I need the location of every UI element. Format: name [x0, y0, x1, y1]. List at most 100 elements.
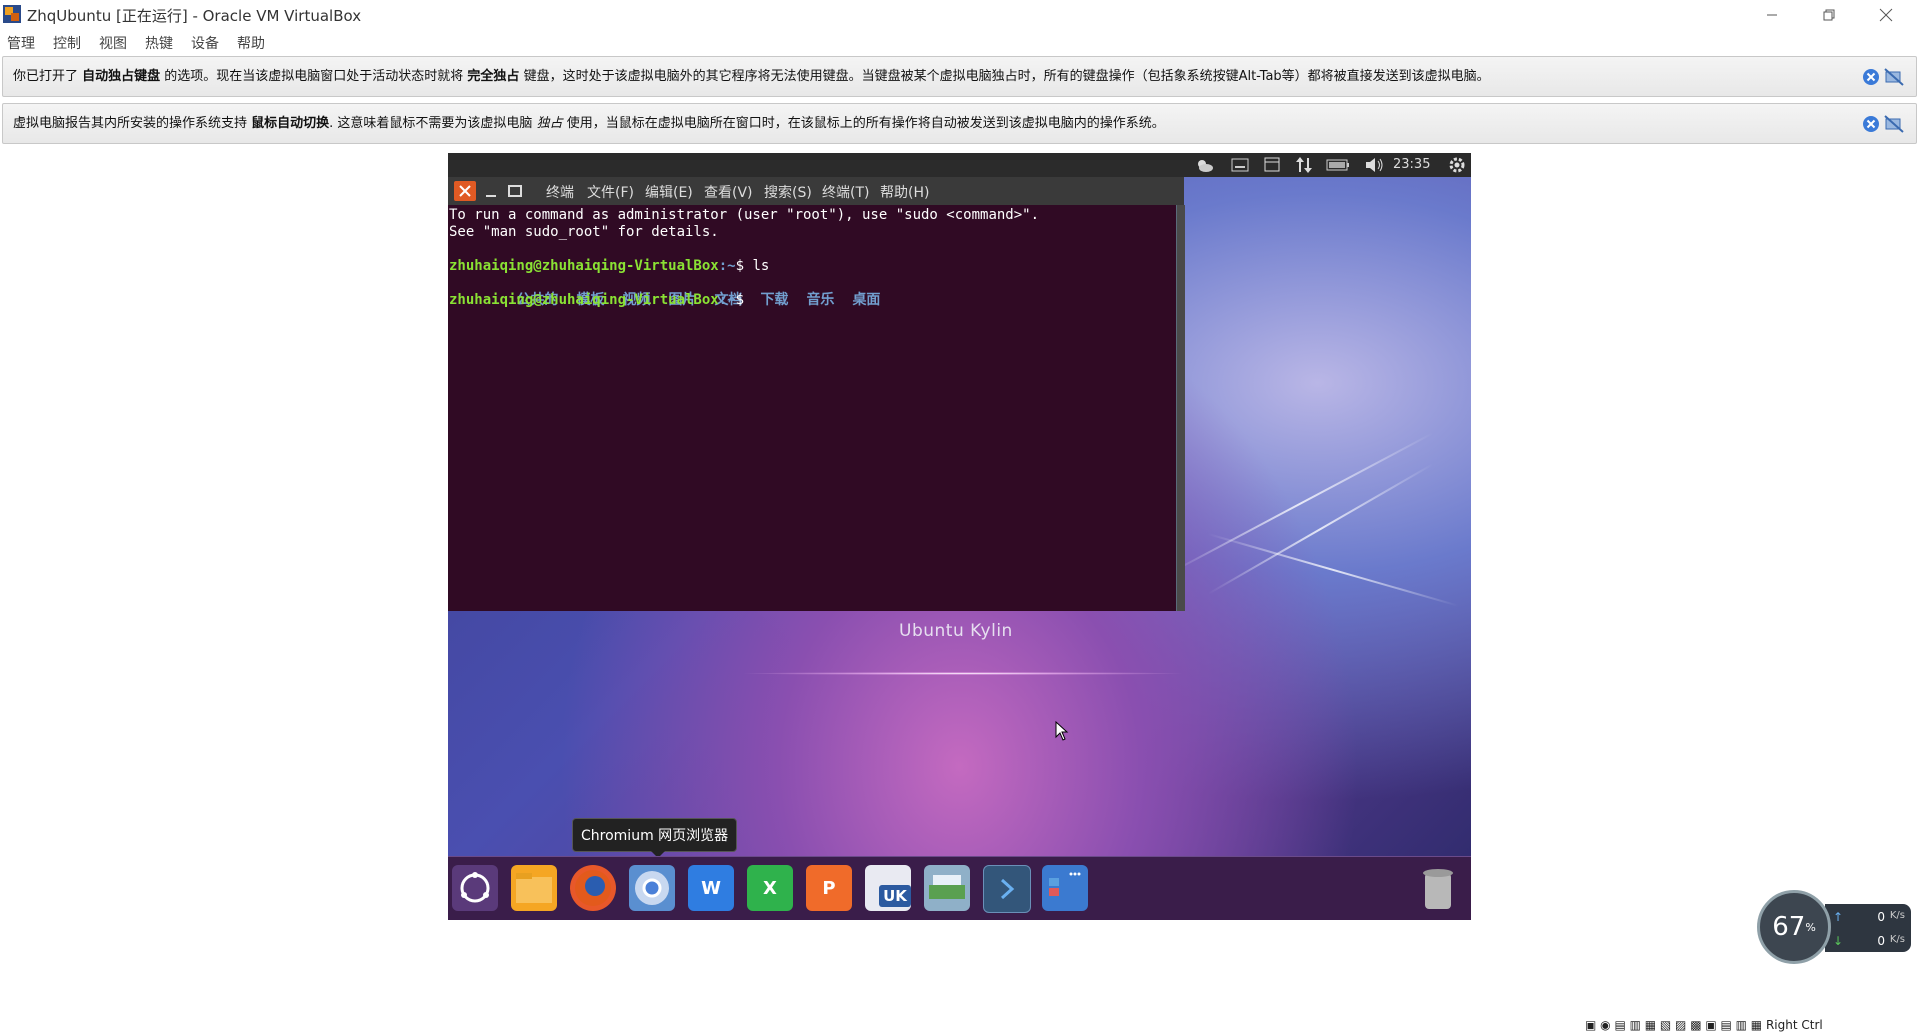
- mouse-cursor-icon: [1055, 721, 1069, 741]
- menu-control[interactable]: 控制: [53, 33, 81, 53]
- menu-hotkeys[interactable]: 热键: [145, 33, 173, 53]
- upload-unit: K/s: [1889, 910, 1905, 921]
- prompt-user: zhuhaiqing@zhuhaiqing-VirtualBox: [449, 258, 719, 274]
- terminal-titlebar[interactable]: 终端 文件(F) 编辑(E) 查看(V) 搜索(S) 终端(T) 帮助(H): [448, 177, 1184, 205]
- dock-tooltip: Chromium 网页浏览器: [572, 818, 738, 858]
- memory-usage-gauge: 67%: [1757, 890, 1831, 964]
- workspace-icon: [1049, 872, 1081, 896]
- arrow-down-icon: ↓: [1833, 934, 1844, 948]
- wallpaper-label: Ubuntu Kylin: [899, 621, 1013, 641]
- virtualbox-app-icon: [3, 5, 21, 23]
- minimize-icon: [486, 195, 496, 197]
- terminal-menu-view[interactable]: 查看(V): [704, 182, 753, 202]
- clock[interactable]: 23:35: [1393, 157, 1430, 172]
- notice-text: 虚拟电脑报告其内所安装的操作系统支持: [13, 116, 252, 131]
- download-rate: ↓ 0 K/s: [1833, 934, 1905, 948]
- gear-icon[interactable]: [1448, 156, 1466, 174]
- wps-writer-icon[interactable]: W: [688, 865, 734, 911]
- hide-notices-icon[interactable]: [1884, 68, 1904, 86]
- terminal-menu-help[interactable]: 帮助(H): [880, 182, 929, 202]
- ubuntu-top-panel: 23:35: [448, 153, 1471, 177]
- terminal-maximize-button[interactable]: [504, 181, 526, 201]
- upload-rate: ↑ 0 K/s: [1833, 910, 1905, 924]
- software-center-icon[interactable]: UK: [865, 865, 911, 911]
- download-unit: K/s: [1889, 934, 1905, 945]
- files-icon[interactable]: [511, 865, 557, 911]
- workspace-switcher-icon[interactable]: [1042, 865, 1088, 911]
- terminal-menu-file[interactable]: 文件(F): [587, 182, 634, 202]
- weather-icon[interactable]: [1194, 156, 1214, 174]
- terminal-menu-terminal[interactable]: 终端: [546, 182, 574, 202]
- terminal-output[interactable]: To run a command as administrator (user …: [448, 205, 1176, 611]
- download-value: 0: [1877, 934, 1885, 948]
- menu-view[interactable]: 视图: [99, 33, 127, 53]
- terminal-minimize-button[interactable]: [480, 181, 502, 201]
- menu-help[interactable]: 帮助: [237, 33, 265, 53]
- trash-icon[interactable]: [1418, 863, 1458, 913]
- firefox-icon[interactable]: [570, 865, 616, 911]
- wps-spreadsheet-icon[interactable]: X: [747, 865, 793, 911]
- window-title: ZhqUbuntu [正在运行] - Oracle VM VirtualBox: [27, 7, 362, 25]
- terminal-scrollbar[interactable]: [1176, 205, 1185, 611]
- wallpaper-streak: [1207, 463, 1434, 595]
- prompt-path: :~: [718, 258, 736, 274]
- close-notice-icon[interactable]: [1862, 115, 1880, 133]
- menu-devices[interactable]: 设备: [191, 33, 219, 53]
- keyboard-icon[interactable]: [1231, 158, 1249, 172]
- vbox-statusbar: ▣ ◉ ▤ ▥ ▦ ▧ ▨ ▩ ▣ ▤ ▥ ▦ Right Ctrl: [1585, 1018, 1823, 1032]
- notice-text: 键盘，这时处于该虚拟电脑外的其它程序将无法使用键盘。当键盘被某个虚拟电脑独占时，…: [519, 69, 1490, 84]
- terminal-prompt-line: zhuhaiqing@zhuhaiqing-VirtualBox:~$ ls: [449, 258, 1176, 275]
- close-notice-icon[interactable]: [1862, 68, 1880, 86]
- hide-notices-icon[interactable]: [1884, 115, 1904, 133]
- maximize-icon: [508, 185, 522, 197]
- dir-entry: 音乐: [806, 292, 835, 308]
- software-center-label: UK: [879, 885, 911, 907]
- wps-presentation-icon[interactable]: P: [806, 865, 852, 911]
- prompt-command: ls: [752, 258, 770, 274]
- terminal-icon[interactable]: [983, 865, 1031, 913]
- notice-bold-text: 完全独占: [467, 69, 520, 84]
- terminal-line: To run a command as administrator (user …: [449, 207, 1040, 223]
- menu-manage[interactable]: 管理: [7, 33, 35, 53]
- dir-entry: 桌面: [852, 292, 881, 308]
- terminal-window[interactable]: 终端 文件(F) 编辑(E) 查看(V) 搜索(S) 终端(T) 帮助(H) T…: [448, 177, 1185, 611]
- vbox-menubar: 管理 控制 视图 热键 设备 帮助: [0, 30, 1920, 54]
- ubuntu-kylin-icon[interactable]: [452, 865, 498, 911]
- prompt-user: zhuhaiqing@zhuhaiqing-VirtualBox: [449, 292, 719, 308]
- window-titlebar: ZhqUbuntu [正在运行] - Oracle VM VirtualBox: [0, 0, 1920, 30]
- chromium-icon[interactable]: [629, 865, 675, 911]
- arrow-up-icon: ↑: [1833, 910, 1844, 924]
- calendar-icon[interactable]: [1264, 156, 1280, 172]
- folder-icon: [516, 873, 552, 903]
- dir-entry: 下载: [760, 292, 789, 308]
- network-speed-widget[interactable]: ↑ 0 K/s ↓ 0 K/s 67%: [1757, 890, 1911, 967]
- minimize-button[interactable]: [1744, 0, 1800, 30]
- rates-panel: ↑ 0 K/s ↓ 0 K/s: [1825, 904, 1911, 952]
- prompt-symbol: $: [735, 292, 753, 308]
- terminal-close-button[interactable]: [454, 181, 476, 201]
- keyboard-capture-notice: 你已打开了 自动独占键盘 的选项。现在当该虚拟电脑窗口处于活动状态时就将 完全独…: [2, 56, 1917, 97]
- ubuntu-one-icon[interactable]: [924, 865, 970, 911]
- mouse-integration-notice: 虚拟电脑报告其内所安装的操作系统支持 鼠标自动切换. 这意味着鼠标不需要为该虚拟…: [2, 103, 1917, 144]
- terminal-menu-edit[interactable]: 编辑(E): [645, 182, 693, 202]
- terminal-menu-search[interactable]: 搜索(S): [764, 182, 812, 202]
- chromium-logo-icon: [635, 871, 669, 905]
- host-key-label: Right Ctrl: [1765, 1018, 1823, 1032]
- launcher-dock: W X P UK: [448, 856, 1471, 920]
- ubuntu-logo-icon: [460, 872, 490, 903]
- close-button[interactable]: [1858, 0, 1914, 30]
- notice-italic-text: 独占: [536, 116, 563, 131]
- restore-button[interactable]: [1801, 0, 1857, 30]
- terminal-menu-terminal-t[interactable]: 终端(T): [822, 182, 869, 202]
- notice-text: 使用，当鼠标在虚拟电脑所在窗口时，在该鼠标上的所有操作将自动被发送到该虚拟电脑内…: [562, 116, 1165, 131]
- firefox-logo-icon: [575, 870, 611, 906]
- network-icon[interactable]: [1296, 156, 1312, 174]
- vm-display[interactable]: 23:35 Ubuntu Kylin 终端 文件(F) 编辑(E) 查看(V) …: [448, 153, 1471, 920]
- printer-icon: [929, 875, 965, 899]
- prompt-path: :~: [718, 292, 736, 308]
- minimize-icon: [1767, 14, 1777, 16]
- volume-icon[interactable]: [1365, 157, 1385, 173]
- battery-icon[interactable]: [1326, 159, 1350, 171]
- wallpaper-glow: [738, 672, 1188, 675]
